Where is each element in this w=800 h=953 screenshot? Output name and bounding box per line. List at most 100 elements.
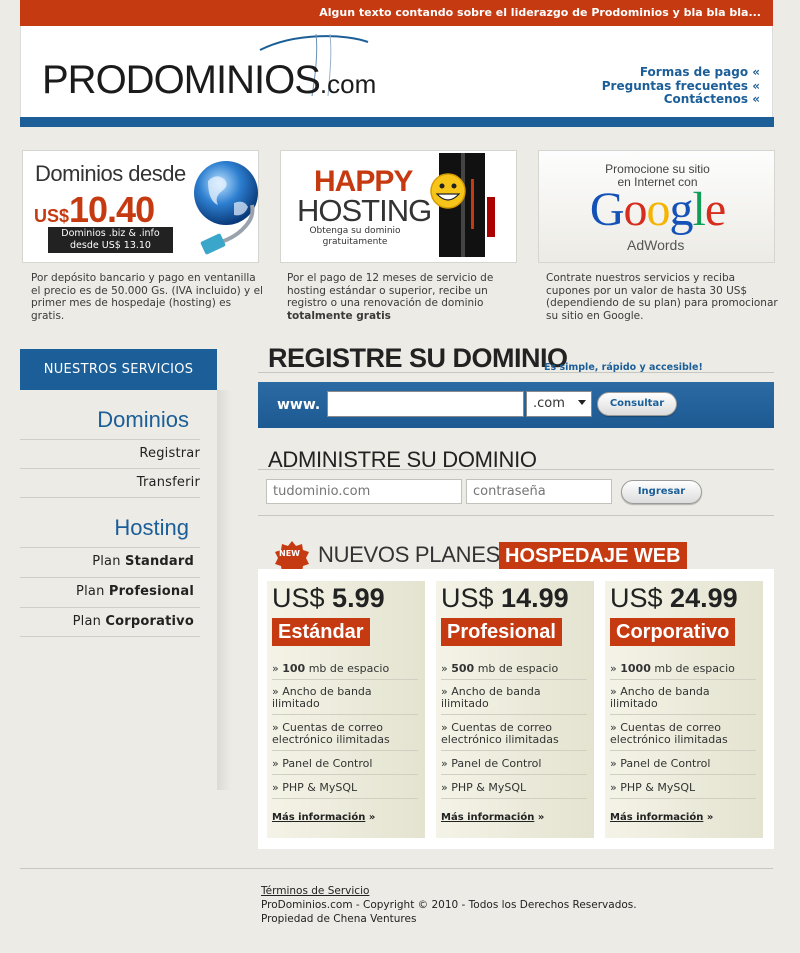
- header-divider: [20, 117, 774, 127]
- more-info-link[interactable]: Más información »: [441, 812, 544, 823]
- site-logo[interactable]: PRODOMINIOS.com: [42, 58, 376, 103]
- plan-card-estandar: US$ 5.99 Estándar » 100 mb de espacio » …: [267, 581, 425, 838]
- more-info-text[interactable]: Más información: [441, 812, 534, 823]
- more-info-link[interactable]: Más información »: [272, 812, 375, 823]
- ingresar-button[interactable]: Ingresar: [621, 480, 702, 504]
- chevron-down-icon: [578, 400, 586, 405]
- sidebar-item-registrar[interactable]: Registrar: [20, 439, 200, 468]
- plan-feature: » Cuentas de correo electrónico ilimitad…: [441, 722, 587, 751]
- promo-happy-desc-text: Por el pago de 12 meses de servicio de h…: [287, 272, 494, 309]
- promo-note-line1: Dominios .biz & .info: [61, 228, 160, 239]
- plan-currency: US$: [610, 583, 663, 613]
- plan-feature: » 100 mb de espacio: [272, 663, 418, 680]
- more-info-text[interactable]: Más información: [272, 812, 365, 823]
- promo-dominios-note: Dominios .biz & .info desde US$ 13.10: [48, 227, 173, 253]
- plan-feature: » Ancho de banda ilimitado: [610, 686, 756, 715]
- plan-feature: » Cuentas de correo electrónico ilimitad…: [272, 722, 418, 751]
- promo-dominios-price: US$10.40: [34, 189, 155, 231]
- feature-bold: 1000: [620, 662, 651, 675]
- terms-link[interactable]: Términos de Servicio: [261, 885, 369, 897]
- plan-feature: » Ancho de banda ilimitado: [272, 686, 418, 715]
- feature-text: Ancho de banda ilimitado: [441, 685, 541, 710]
- consultar-button[interactable]: Consultar: [597, 392, 677, 416]
- promo-price: 10.40: [69, 189, 155, 230]
- sidebar-heading-hosting: Hosting: [114, 515, 189, 540]
- plan-feature: » PHP & MySQL: [272, 782, 418, 799]
- plan-price-value: 24.99: [670, 583, 738, 613]
- divider: [258, 515, 774, 516]
- promo-happy-sub1: Obtenga su dominio: [309, 226, 401, 236]
- promo-happy-line2: HOSTING: [297, 193, 432, 228]
- feature-text: PHP & MySQL: [282, 781, 358, 794]
- plan-price: US$ 14.99: [441, 583, 569, 614]
- plan-price-value: 5.99: [332, 583, 385, 613]
- divider: [258, 372, 774, 373]
- plan-price-value: 14.99: [501, 583, 569, 613]
- promo-google-adwords[interactable]: Promocione su sitio en Internet con Goog…: [538, 150, 775, 263]
- sidebar-item-plan-corporativo[interactable]: Plan Corporativo: [20, 607, 200, 637]
- promo-happy-sub2: gratuitamente: [322, 237, 388, 247]
- promo-google-description: Contrate nuestros servicios y reciba cup…: [546, 272, 778, 322]
- promo-happy-desc-bold: totalmente gratis: [287, 309, 391, 322]
- plan-card-profesional: US$ 14.99 Profesional » 500 mb de espaci…: [436, 581, 594, 838]
- globe-icon: [194, 161, 258, 255]
- promo-dominios-description: Por depósito bancario y pago en ventanil…: [31, 272, 263, 322]
- www-prefix: www.: [277, 397, 321, 413]
- logo-text: PRODOMINIOS: [42, 58, 321, 102]
- link-contactenos[interactable]: Contáctenos «: [664, 92, 760, 106]
- owner-text: Propiedad de Chena Ventures: [261, 913, 417, 925]
- feature-text: mb de espacio: [474, 662, 559, 675]
- sidebar-item-plan-standard[interactable]: Plan Standard: [20, 547, 200, 576]
- feature-text: Panel de Control: [451, 757, 542, 770]
- plan-feature: » Panel de Control: [441, 758, 587, 775]
- tld-selected-value: .com: [533, 396, 565, 411]
- google-logo: Google: [589, 183, 726, 236]
- sidebar-heading-dominios: Dominios: [97, 407, 189, 432]
- plans-title-highlight: HOSPEDAJE WEB: [499, 542, 687, 569]
- plan-currency: US$: [272, 583, 325, 613]
- sidebar-item-prefix: Plan: [76, 584, 109, 599]
- plan-feature: » Cuentas de correo electrónico ilimitad…: [610, 722, 756, 751]
- plan-feature: » Panel de Control: [272, 758, 418, 775]
- more-info-link[interactable]: Más información »: [610, 812, 713, 823]
- promo-note-line2: desde US$ 13.10: [70, 240, 151, 251]
- domain-search-input[interactable]: [327, 391, 524, 417]
- feature-text: Panel de Control: [282, 757, 373, 770]
- sidebar-item-prefix: Plan: [92, 554, 125, 569]
- plan-feature: » Ancho de banda ilimitado: [441, 686, 587, 715]
- plan-price: US$ 24.99: [610, 583, 738, 614]
- promo-dominios[interactable]: Dominios desde US$10.40 Dominios .biz & …: [22, 150, 259, 263]
- sidebar-item-label: Standard: [125, 554, 194, 569]
- feature-text: mb de espacio: [650, 662, 735, 675]
- feature-text: Panel de Control: [620, 757, 711, 770]
- feature-bold: 500: [451, 662, 475, 675]
- sidebar-shadow: [217, 390, 231, 790]
- plan-name: Corporativo: [610, 618, 736, 646]
- plan-price: US$ 5.99: [272, 583, 385, 614]
- feature-text: Ancho de banda ilimitado: [272, 685, 372, 710]
- more-info-text[interactable]: Más información: [610, 812, 703, 823]
- link-formas-de-pago[interactable]: Formas de pago «: [640, 65, 760, 79]
- sidebar-item-plan-profesional[interactable]: Plan Profesional: [20, 577, 200, 606]
- promo-happy-description: Por el pago de 12 meses de servicio de h…: [287, 272, 519, 322]
- sidebar-title: NUESTROS SERVICIOS: [20, 349, 217, 390]
- promo-happy-hosting[interactable]: HAPPY HOSTING Obtenga su dominio gratuit…: [280, 150, 517, 263]
- admin-password-input[interactable]: [466, 479, 612, 504]
- promo-dominios-line1: Dominios desde: [35, 161, 186, 186]
- logo-suffix: .com: [319, 69, 377, 99]
- tagline: Algun texto contando sobre el liderazgo …: [319, 6, 761, 19]
- admin-domain-input[interactable]: [266, 479, 462, 504]
- plan-feature: » PHP & MySQL: [610, 782, 756, 799]
- server-smiley-icon: [430, 153, 495, 257]
- divider: [258, 469, 774, 470]
- feature-text: Cuentas de correo electrónico ilimitadas: [610, 721, 728, 746]
- register-title: REGISTRE SU DOMINIO: [268, 343, 568, 373]
- feature-text: mb de espacio: [305, 662, 390, 675]
- top-banner: Algun texto contando sobre el liderazgo …: [20, 0, 773, 26]
- link-preguntas-frecuentes[interactable]: Preguntas frecuentes «: [602, 79, 760, 93]
- footer-divider: [20, 868, 773, 869]
- sidebar-item-transferir[interactable]: Transferir: [20, 468, 200, 498]
- feature-text: PHP & MySQL: [451, 781, 527, 794]
- plan-card-corporativo: US$ 24.99 Corporativo » 1000 mb de espac…: [605, 581, 763, 838]
- new-badge-label: NEW: [279, 549, 300, 558]
